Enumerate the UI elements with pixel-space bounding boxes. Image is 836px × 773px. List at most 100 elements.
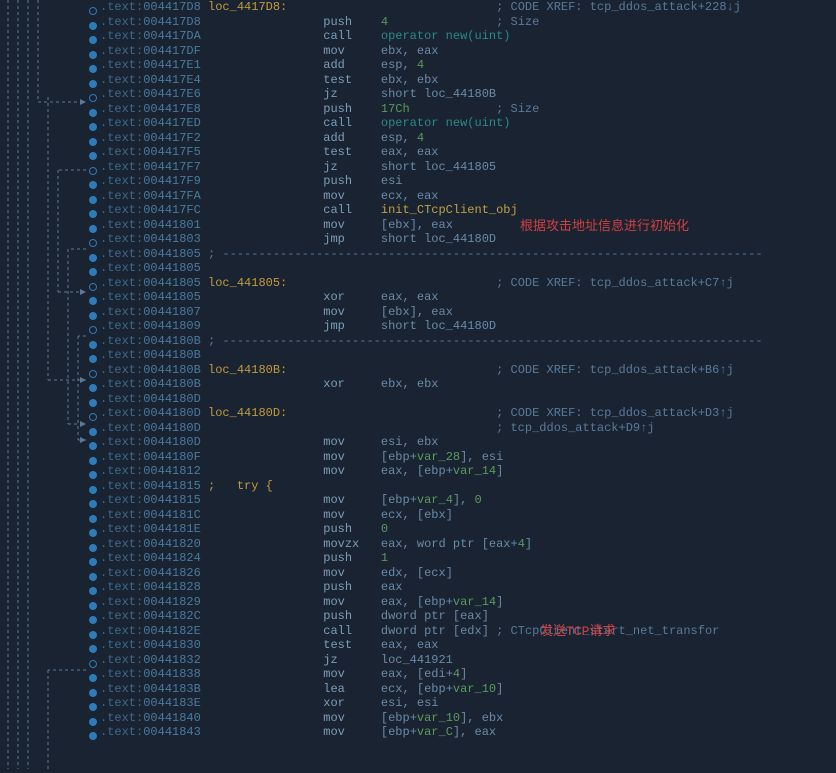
disassembly-listing[interactable]: .text:004417D8 loc_4417D8: ; CODE XREF: … bbox=[100, 0, 836, 769]
breakpoint-bullet[interactable] bbox=[89, 616, 97, 624]
asm-line[interactable]: .text:0044180B bbox=[100, 348, 836, 363]
asm-line[interactable]: .text:004417F2 add esp, 4 bbox=[100, 131, 836, 146]
breakpoint-bullet[interactable] bbox=[89, 51, 97, 59]
breakpoint-bullet[interactable] bbox=[89, 167, 97, 175]
asm-line[interactable]: .text:0044182C push dword ptr [eax] bbox=[100, 609, 836, 624]
asm-line[interactable]: .text:0044180B ; -----------------------… bbox=[100, 334, 836, 349]
asm-line[interactable]: .text:00441829 mov eax, [ebp+var_14] bbox=[100, 595, 836, 610]
asm-line[interactable]: .text:004417F9 push esi bbox=[100, 174, 836, 189]
breakpoint-bullet[interactable] bbox=[89, 326, 97, 334]
breakpoint-bullet[interactable] bbox=[89, 123, 97, 131]
asm-line[interactable]: .text:004417DA call operator new(uint) bbox=[100, 29, 836, 44]
asm-line[interactable]: .text:00441805 loc_441805: ; CODE XREF: … bbox=[100, 276, 836, 291]
asm-line[interactable]: .text:00441828 push eax bbox=[100, 580, 836, 595]
asm-line[interactable]: .text:00441812 mov eax, [ebp+var_14] bbox=[100, 464, 836, 479]
asm-line[interactable]: .text:0044180D loc_44180D: ; CODE XREF: … bbox=[100, 406, 836, 421]
breakpoint-bullet[interactable] bbox=[89, 36, 97, 44]
asm-line[interactable]: .text:004417FA mov ecx, eax bbox=[100, 189, 836, 204]
breakpoint-bullet[interactable] bbox=[89, 457, 97, 465]
asm-line[interactable]: .text:0044181E push 0 bbox=[100, 522, 836, 537]
breakpoint-bullet[interactable] bbox=[89, 254, 97, 262]
asm-line[interactable]: .text:0044180F mov [ebp+var_28], esi bbox=[100, 450, 836, 465]
breakpoint-bullet[interactable] bbox=[89, 312, 97, 320]
breakpoint-bullet[interactable] bbox=[89, 674, 97, 682]
breakpoint-bullet[interactable] bbox=[89, 138, 97, 146]
asm-line[interactable]: .text:004417FC call init_CTcpClient_obj bbox=[100, 203, 836, 218]
asm-line[interactable]: .text:00441815 ; try { bbox=[100, 479, 836, 494]
breakpoint-bullet[interactable] bbox=[89, 718, 97, 726]
asm-line[interactable]: .text:00441801 mov [ebx], eax bbox=[100, 218, 836, 233]
breakpoint-bullet[interactable] bbox=[89, 486, 97, 494]
breakpoint-bullet[interactable] bbox=[89, 602, 97, 610]
breakpoint-bullet[interactable] bbox=[89, 22, 97, 30]
asm-line[interactable]: .text:00441832 jz loc_441921 bbox=[100, 653, 836, 668]
breakpoint-bullet[interactable] bbox=[89, 500, 97, 508]
asm-line[interactable]: .text:004417E4 test ebx, ebx bbox=[100, 73, 836, 88]
breakpoint-bullet[interactable] bbox=[89, 428, 97, 436]
asm-line[interactable]: .text:004417F5 test eax, eax bbox=[100, 145, 836, 160]
asm-line[interactable]: .text:004417F7 jz short loc_441805 bbox=[100, 160, 836, 175]
breakpoint-bullet[interactable] bbox=[89, 152, 97, 160]
breakpoint-bullet[interactable] bbox=[89, 384, 97, 392]
breakpoint-bullet[interactable] bbox=[89, 544, 97, 552]
breakpoint-bullet[interactable] bbox=[89, 297, 97, 305]
breakpoint-bullet[interactable] bbox=[89, 399, 97, 407]
breakpoint-bullet[interactable] bbox=[89, 225, 97, 233]
breakpoint-bullet[interactable] bbox=[89, 268, 97, 276]
breakpoint-bullet[interactable] bbox=[89, 80, 97, 88]
asm-line[interactable]: .text:00441843 mov [ebp+var_C], eax bbox=[100, 725, 836, 740]
breakpoint-bullet[interactable] bbox=[89, 239, 97, 247]
asm-line[interactable]: .text:0044183E xor esi, esi bbox=[100, 696, 836, 711]
breakpoint-bullet[interactable] bbox=[89, 65, 97, 73]
asm-line[interactable]: .text:0044180D bbox=[100, 392, 836, 407]
asm-line[interactable]: .text:00441820 movzx eax, word ptr [eax+… bbox=[100, 537, 836, 552]
breakpoint-bullet[interactable] bbox=[89, 558, 97, 566]
asm-line[interactable]: .text:00441805 bbox=[100, 261, 836, 276]
asm-line[interactable]: .text:0044182E call dword ptr [edx] ; CT… bbox=[100, 624, 836, 639]
breakpoint-bullet[interactable] bbox=[89, 732, 97, 740]
breakpoint-bullet[interactable] bbox=[89, 660, 97, 668]
asm-line[interactable]: .text:00441815 mov [ebp+var_4], 0 bbox=[100, 493, 836, 508]
breakpoint-bullet[interactable] bbox=[89, 94, 97, 102]
breakpoint-bullet[interactable] bbox=[89, 515, 97, 523]
asm-line[interactable]: .text:00441805 ; -----------------------… bbox=[100, 247, 836, 262]
breakpoint-bullet[interactable] bbox=[89, 442, 97, 450]
asm-line[interactable]: .text:00441840 mov [ebp+var_10], ebx bbox=[100, 711, 836, 726]
breakpoint-bullet[interactable] bbox=[89, 703, 97, 711]
asm-line[interactable]: .text:0044180D mov esi, ebx bbox=[100, 435, 836, 450]
breakpoint-bullet[interactable] bbox=[89, 587, 97, 595]
asm-line[interactable]: .text:00441826 mov edx, [ecx] bbox=[100, 566, 836, 581]
asm-line[interactable]: .text:004417E8 push 17Ch ; Size bbox=[100, 102, 836, 117]
asm-line[interactable]: .text:00441803 jmp short loc_44180D bbox=[100, 232, 836, 247]
breakpoint-bullet[interactable] bbox=[89, 529, 97, 537]
breakpoint-bullet[interactable] bbox=[89, 7, 97, 15]
asm-line[interactable]: .text:0044181C mov ecx, [ebx] bbox=[100, 508, 836, 523]
breakpoint-bullet[interactable] bbox=[89, 210, 97, 218]
asm-line[interactable]: .text:00441824 push 1 bbox=[100, 551, 836, 566]
breakpoint-bullet[interactable] bbox=[89, 109, 97, 117]
asm-line[interactable]: .text:004417E6 jz short loc_44180B bbox=[100, 87, 836, 102]
asm-line[interactable]: .text:00441807 mov [ebx], eax bbox=[100, 305, 836, 320]
asm-line[interactable]: .text:0044180D ; tcp_ddos_attack+D9↑j bbox=[100, 421, 836, 436]
breakpoint-bullet[interactable] bbox=[89, 283, 97, 291]
breakpoint-bullet[interactable] bbox=[89, 689, 97, 697]
breakpoint-bullet[interactable] bbox=[89, 370, 97, 378]
asm-line[interactable]: .text:0044180B loc_44180B: ; CODE XREF: … bbox=[100, 363, 836, 378]
breakpoint-bullet[interactable] bbox=[89, 341, 97, 349]
asm-line[interactable]: .text:00441838 mov eax, [edi+4] bbox=[100, 667, 836, 682]
asm-line[interactable]: .text:004417D8 push 4 ; Size bbox=[100, 15, 836, 30]
breakpoint-bullet[interactable] bbox=[89, 181, 97, 189]
breakpoint-bullet[interactable] bbox=[89, 355, 97, 363]
asm-line[interactable]: .text:004417D8 loc_4417D8: ; CODE XREF: … bbox=[100, 0, 836, 15]
asm-line[interactable]: .text:00441809 jmp short loc_44180D bbox=[100, 319, 836, 334]
breakpoint-bullet[interactable] bbox=[89, 573, 97, 581]
breakpoint-bullet[interactable] bbox=[89, 196, 97, 204]
asm-line[interactable]: .text:00441830 test eax, eax bbox=[100, 638, 836, 653]
asm-line[interactable]: .text:004417DF mov ebx, eax bbox=[100, 44, 836, 59]
breakpoint-bullet[interactable] bbox=[89, 413, 97, 421]
asm-line[interactable]: .text:0044183B lea ecx, [ebp+var_10] bbox=[100, 682, 836, 697]
asm-line[interactable]: .text:00441805 xor eax, eax bbox=[100, 290, 836, 305]
breakpoint-bullet[interactable] bbox=[89, 471, 97, 479]
asm-line[interactable]: .text:0044180B xor ebx, ebx bbox=[100, 377, 836, 392]
asm-line[interactable]: .text:004417ED call operator new(uint) bbox=[100, 116, 836, 131]
